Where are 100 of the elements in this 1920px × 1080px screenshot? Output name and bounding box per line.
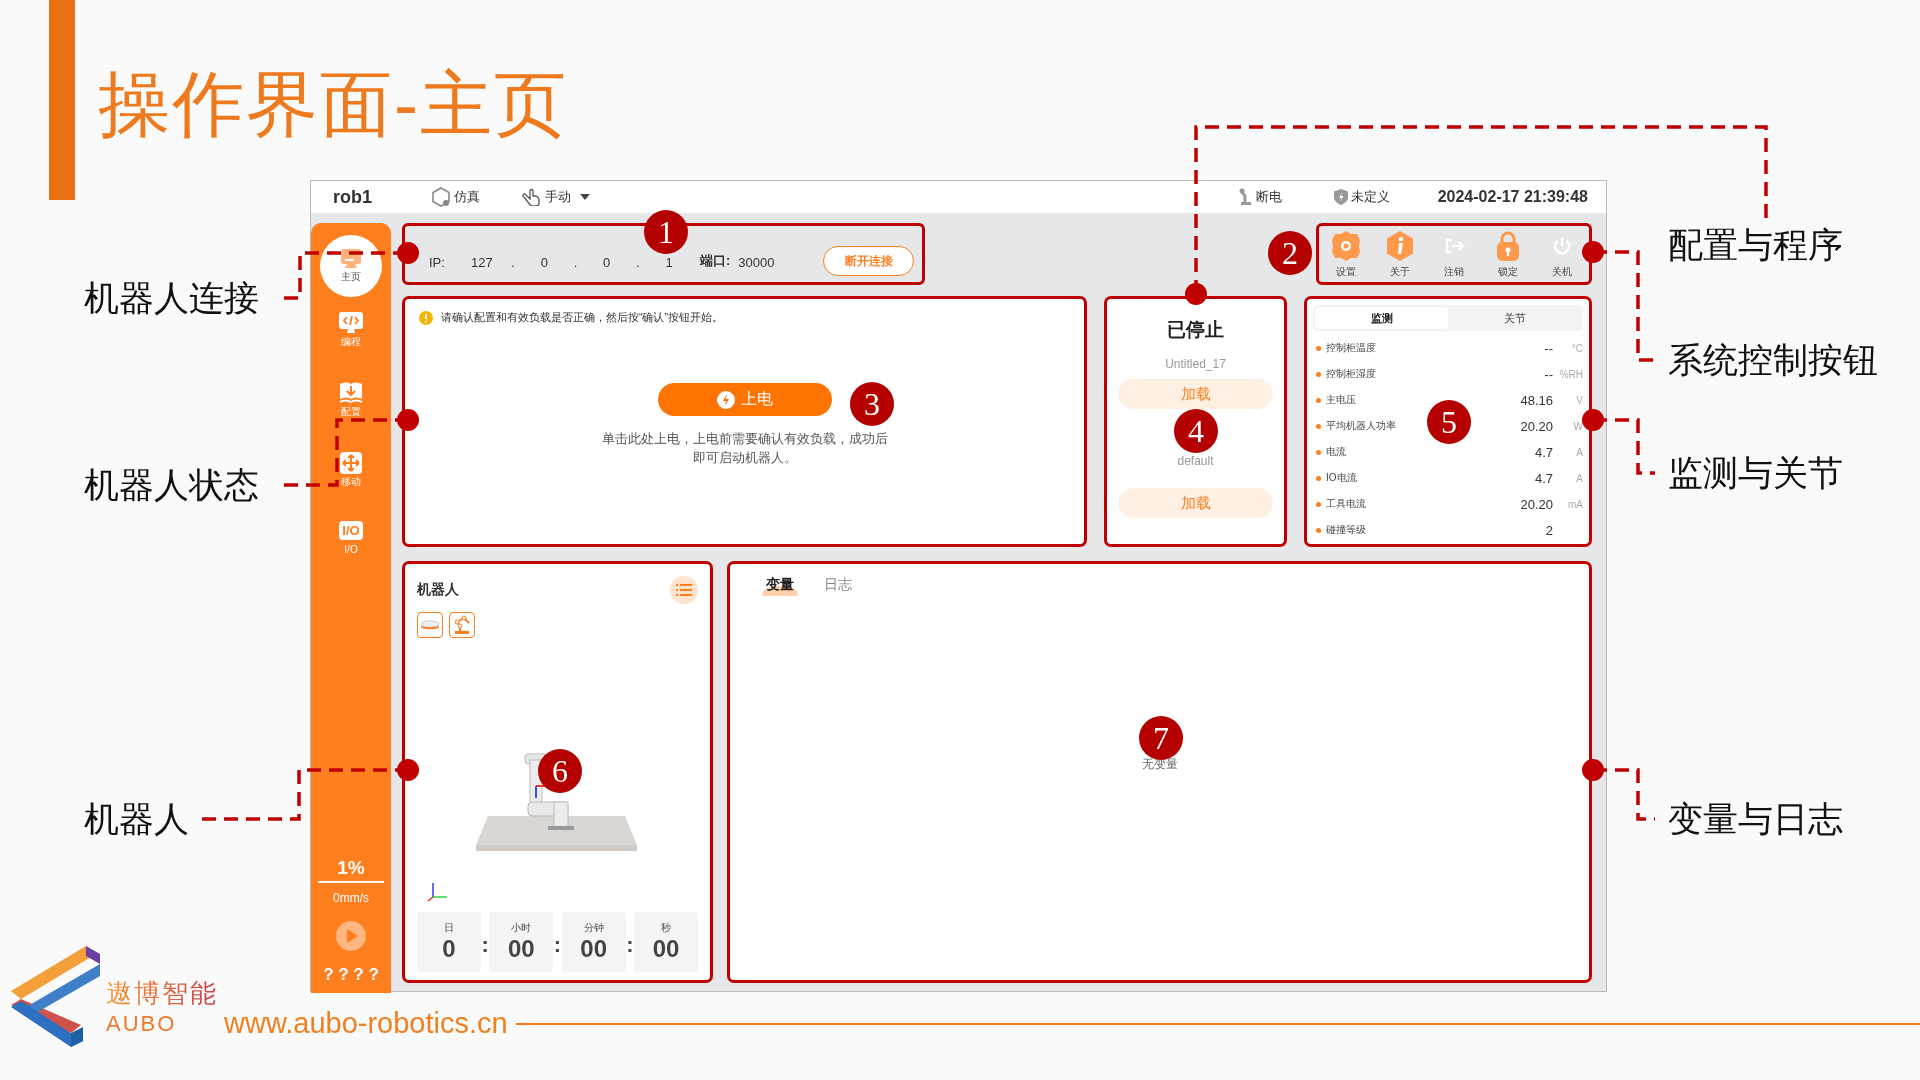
timer-unit: 小时 [511,921,532,935]
robot-arm-icon [452,615,472,635]
move-arrows-icon [339,451,363,475]
bullet-dot [1316,423,1321,429]
tab[interactable]: 变量 [762,574,798,596]
time-separator: : [481,932,489,958]
hand-icon [522,188,542,206]
play-button[interactable] [336,921,366,951]
annotation-label: 监测与关节 [1668,451,1843,494]
metric-value: 4.7 [1533,470,1553,486]
robot-name: rob1 [333,186,373,208]
timer-value: 00 [507,935,535,963]
bullet-dot [1316,397,1321,403]
axis-icon [427,882,449,902]
metric-value: -- [1543,340,1553,356]
robot-arm-icon [1238,188,1253,206]
annotation-label: 机器人状态 [84,463,259,506]
velocity-reading: 0mm/s [333,891,369,905]
system-button[interactable]: 注销 [1437,229,1471,279]
code-icon [338,311,364,335]
system-button[interactable]: 关机 [1545,229,1579,279]
lightning-icon [716,390,735,409]
annotation-label: 机器人连接 [84,276,259,319]
notice-text: 请确认配置和有效负载是否正确，然后按“确认”按钮开始。 [441,311,723,325]
ip-separator: . [572,255,579,270]
metric-name: 电流 [1326,445,1346,459]
caret-icon[interactable] [580,193,590,201]
system-button[interactable]: 设置 [1329,229,1363,279]
metric-name: 工具电流 [1326,497,1366,511]
gear-icon [1329,229,1363,263]
annotation-label: 配置与程序 [1668,223,1843,266]
metric-unit: °C [1571,342,1583,354]
sidebar-item[interactable]: 主页 [320,235,382,297]
datetime: 2024-02-17 21:39:48 [1437,188,1588,206]
bullet-dot [1316,475,1321,481]
metric-value: 2 [1544,522,1553,538]
bullet-dot [1316,449,1321,455]
ip-label: IP: [429,255,446,270]
card-title: 机器人 [417,581,459,599]
ip-octet[interactable]: 0 [587,255,626,270]
control-mode[interactable]: 手动 [545,188,571,206]
shield-icon [1333,189,1348,205]
bullet-dot [1316,527,1321,533]
metric-unit: %RH [1559,368,1583,380]
power-status: 断电 [1255,188,1282,206]
timer-unit: 日 [444,921,454,935]
ip-octet[interactable]: 0 [525,255,564,270]
annotation-label: 机器人 [84,797,189,840]
timer-unit: 分钟 [583,921,604,935]
view-button[interactable] [417,612,443,638]
status-marks: ? ? ? ? [323,965,379,985]
timer-value: 0 [442,935,456,963]
ip-separator: . [510,255,516,270]
port-value[interactable]: 30000 [738,255,824,270]
metric-name: 控制柜湿度 [1326,367,1376,381]
metric-value: -- [1543,366,1553,382]
info-icon [419,311,433,325]
metric-name: 主电压 [1326,393,1356,407]
config-name: default [1177,454,1214,468]
metric-name: 碰撞等级 [1326,523,1366,537]
timer-unit: 秒 [661,921,671,935]
system-button[interactable]: 锁定 [1491,229,1525,279]
power-hint: 单击此处上电，上电前需要确认有效负载，成功后即可启动机器人。 [600,431,889,467]
metric-unit: V [1576,394,1583,406]
view-button[interactable] [449,612,475,638]
metric-name: IO电流 [1326,471,1357,485]
tab[interactable]: 关节 [1448,307,1581,329]
metric-unit: A [1576,446,1583,458]
system-button[interactable]: 关于 [1383,229,1417,279]
timer-value: 00 [580,935,607,963]
bullet-dot [1316,501,1321,507]
metric-unit: A [1576,472,1583,484]
metric-unit: W [1573,420,1583,432]
metric-value: 20.20 [1519,418,1553,434]
ip-separator: . [635,255,641,270]
metric-value: 20.20 [1519,496,1553,512]
annotation-label: 变量与日志 [1668,797,1843,840]
port-label: 端口: [700,252,731,270]
menu-button[interactable] [670,576,698,604]
time-separator: : [626,932,634,958]
metric-name: 平均机器人功率 [1326,419,1396,433]
plate-icon [420,619,440,631]
annotation-label: 系统控制按钮 [1668,338,1878,381]
mode-label[interactable]: 仿真 [454,188,480,206]
metric-name: 控制柜温度 [1326,341,1376,355]
timer-value: 00 [652,935,680,963]
safety-status: 未定义 [1350,188,1390,206]
program-status: 已停止 [1167,318,1224,342]
metric-value: 4.7 [1533,444,1553,460]
slide-title: 操作界面-主页 [98,68,568,140]
metric-value: 48.16 [1519,392,1553,408]
hexagon-icon [431,187,451,207]
ip-octet[interactable]: 1 [650,255,688,270]
list-icon [676,584,692,596]
program-name: Untitled_17 [1165,357,1226,371]
bullet-dot [1316,371,1321,377]
ip-octet[interactable]: 127 [463,255,501,270]
tab[interactable]: 日志 [820,574,856,596]
bullet-dot [1316,345,1321,351]
tab[interactable]: 监测 [1315,307,1448,329]
